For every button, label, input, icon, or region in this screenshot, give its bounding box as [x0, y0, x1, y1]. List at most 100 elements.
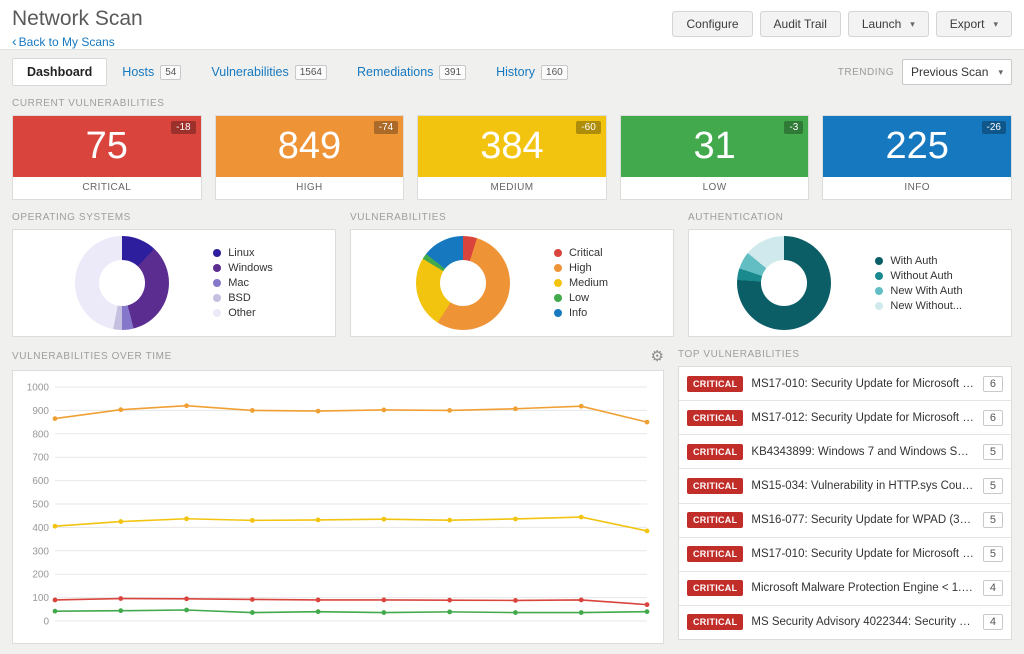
list-item[interactable]: CRITICAL MS17-012: Security Update for M…: [679, 401, 1011, 436]
severity-card-delta-badge: -3: [784, 121, 804, 134]
tab-count-badge: 160: [541, 64, 568, 80]
list-item[interactable]: CRITICAL KB4343899: Windows 7 and Window…: [679, 435, 1011, 470]
legend-label: With Auth: [890, 254, 938, 267]
severity-card-critical[interactable]: 75 -18 CRITICAL: [12, 115, 202, 200]
list-item[interactable]: CRITICAL MS17-010: Security Update for M…: [679, 537, 1011, 572]
legend-item: Other: [213, 307, 273, 319]
legend-dot-icon: [553, 279, 562, 287]
chevron-down-icon: ▾: [998, 66, 1003, 77]
legend-label: Critical: [568, 247, 603, 259]
tab-label: Hosts: [122, 65, 155, 79]
vulnerabilities-over-time-section: VULNERABILITIES OVER TIME ⚙ 0 100 200 300 40…: [12, 337, 664, 644]
severity-badge: CRITICAL: [687, 614, 744, 631]
authentication-label: AUTHENTICATION: [688, 212, 784, 223]
severity-badge: CRITICAL: [687, 546, 744, 563]
legend-dot-icon: [213, 264, 222, 272]
legend-dot-icon: [875, 301, 884, 310]
severity-card-value-area: 225 -26: [823, 116, 1011, 177]
svg-text:100: 100: [32, 593, 49, 604]
severity-card-delta-badge: -18: [171, 121, 196, 134]
vulnerability-count-badge: 5: [982, 512, 1003, 529]
tab-vulnerabilities[interactable]: Vulnerabilities 1564: [196, 58, 342, 86]
legend-label: Linux: [228, 247, 255, 259]
legend-item: BSD: [213, 292, 273, 304]
legend-dot-icon: [875, 286, 884, 295]
header-buttons: Configure Audit Trail Launch ▾ Export ▾: [672, 7, 1012, 37]
authentication-legend: With Auth Without Auth New With Auth New…: [875, 255, 963, 312]
severity-card-label: CRITICAL: [82, 182, 132, 193]
legend-item: Critical: [553, 247, 608, 259]
trending-label: TRENDING: [837, 66, 894, 78]
list-item[interactable]: CRITICAL MS15-034: Vulnerability in HTTP…: [679, 469, 1011, 504]
configure-button[interactable]: Configure: [672, 11, 753, 37]
vulnerabilities-over-time-label: VULNERABILITIES OVER TIME: [12, 351, 172, 362]
vulnerabilities-donut-section: VULNERABILITIES Critical High Medium Low…: [350, 200, 674, 337]
severity-card-label: LOW: [702, 182, 727, 193]
list-item[interactable]: CRITICAL MS16-077: Security Update for W…: [679, 503, 1011, 538]
legend-dot-icon: [213, 294, 222, 302]
legend-dot-icon: [213, 309, 222, 317]
donut-hole: [439, 260, 486, 306]
tab-hosts[interactable]: Hosts 54: [107, 58, 196, 86]
severity-card-high[interactable]: 849 -74 HIGH: [214, 115, 405, 200]
tab-history[interactable]: History 160: [481, 58, 583, 86]
svg-text:500: 500: [32, 500, 49, 511]
list-item[interactable]: CRITICAL MS17-010: Security Update for M…: [679, 367, 1011, 402]
severity-card-value-area: 75 -18: [13, 116, 201, 177]
authentication-panel: With Auth Without Auth New With Auth New…: [688, 229, 1012, 337]
launch-button-label: Launch: [861, 17, 902, 31]
svg-text:300: 300: [32, 546, 49, 557]
legend-label: Without Auth: [890, 269, 953, 282]
legend-label: New Without...: [890, 299, 962, 312]
tab-label: History: [496, 65, 536, 79]
legend-label: Low: [568, 292, 590, 304]
main-content: Dashboard Hosts 54 Vulnerabilities 1564 Re…: [0, 58, 1024, 644]
severity-card-medium[interactable]: 384 -60 MEDIUM: [417, 115, 607, 200]
operating-systems-panel: Linux Windows Mac BSD Other: [12, 229, 336, 337]
tab-label: Dashboard: [27, 65, 93, 79]
legend-item: Without Auth: [875, 270, 962, 282]
legend-item: With Auth: [875, 255, 962, 267]
severity-card-low[interactable]: 31 -3 LOW: [619, 115, 810, 200]
legend-item: Mac: [213, 277, 273, 289]
tab-count-badge: 391: [439, 64, 467, 80]
back-link[interactable]: ‹ Back to My Scans: [12, 33, 143, 49]
export-button[interactable]: Export ▾: [935, 11, 1012, 37]
tab-count-badge: 54: [160, 64, 182, 80]
svg-text:0: 0: [43, 617, 49, 628]
severity-card-value-area: 31 -3: [620, 116, 809, 177]
legend-dot-icon: [213, 249, 222, 257]
audit-trail-button[interactable]: Audit Trail: [759, 11, 841, 37]
legend-dot-icon: [875, 256, 884, 265]
list-item[interactable]: CRITICAL Microsoft Malware Protection En…: [679, 571, 1011, 606]
list-item[interactable]: CRITICAL MS Security Advisory 4022344: S…: [679, 605, 1011, 639]
svg-text:1000: 1000: [27, 383, 50, 394]
gear-icon[interactable]: ⚙: [651, 349, 664, 364]
trending-select[interactable]: Previous Scan ▾: [902, 59, 1012, 85]
legend-dot-icon: [213, 279, 222, 287]
chevron-left-icon: ‹: [12, 33, 17, 49]
vulnerability-title: MS17-010: Security Update for Microsoft …: [751, 548, 975, 561]
legend-item: Info: [553, 307, 608, 319]
launch-button[interactable]: Launch ▾: [847, 11, 929, 37]
header-title-block: Network Scan ‹ Back to My Scans: [12, 7, 143, 49]
audit-trail-button-label: Audit Trail: [773, 17, 827, 31]
tab-dashboard[interactable]: Dashboard: [12, 58, 108, 86]
severity-card-label: MEDIUM: [490, 182, 534, 193]
tab-label: Vulnerabilities: [211, 65, 289, 79]
severity-card-delta-badge: -26: [981, 121, 1006, 134]
export-button-label: Export: [949, 17, 985, 31]
vulnerabilities-over-time-header: VULNERABILITIES OVER TIME ⚙: [12, 349, 664, 364]
severity-card-value-area: 849 -74: [215, 116, 404, 177]
vulnerability-title: MS17-012: Security Update for Microsoft …: [751, 411, 975, 424]
operating-systems-label: OPERATING SYSTEMS: [12, 212, 131, 223]
severity-card-info[interactable]: 225 -26 INFO: [822, 115, 1012, 200]
svg-text:900: 900: [32, 406, 49, 417]
severity-badge: CRITICAL: [687, 580, 744, 597]
authentication-donut-chart: [737, 236, 832, 330]
vulnerability-title: MS15-034: Vulnerability in HTTP.sys Coul…: [751, 479, 974, 492]
severity-card-value: 75: [85, 125, 128, 167]
current-vulnerabilities-label: CURRENT VULNERABILITIES: [12, 98, 165, 109]
tab-remediations[interactable]: Remediations 391: [342, 58, 481, 86]
legend-dot-icon: [553, 309, 562, 317]
